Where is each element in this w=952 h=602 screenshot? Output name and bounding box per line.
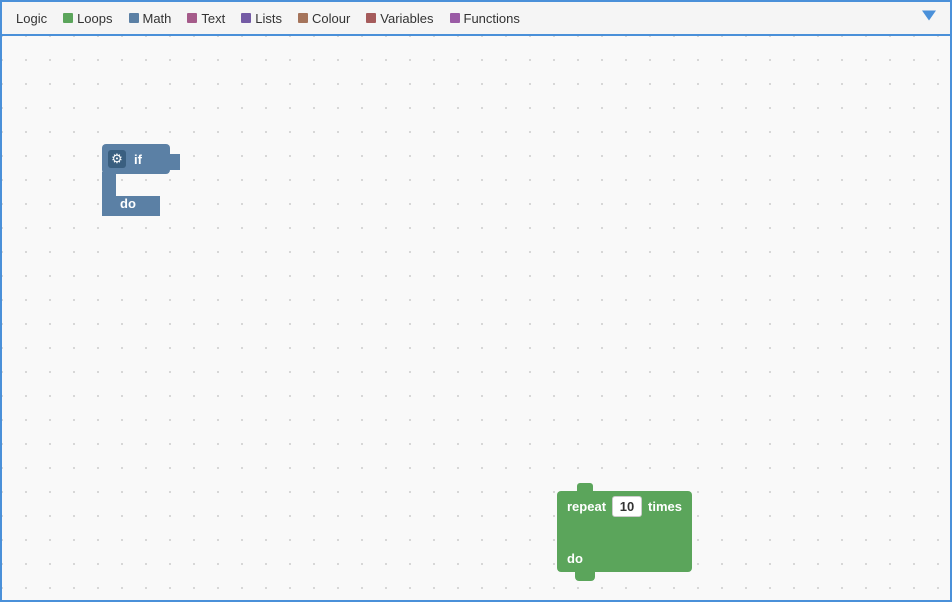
toolbar-item-variables[interactable]: Variables [358,2,441,34]
if-block-svg: ⚙ if do [102,144,180,216]
canvas-area[interactable]: ⚙ if do repeat 10 times do [2,36,950,600]
do-label: do [567,551,583,566]
loops-color-dot [63,13,73,23]
toolbar-item-math[interactable]: Math [121,2,180,34]
repeat-label: repeat [567,499,606,514]
colour-color-dot [298,13,308,23]
if-block[interactable]: ⚙ if do [102,144,180,219]
times-label: times [648,499,682,514]
toolbar-label-lists: Lists [255,11,282,26]
toolbar-label-functions: Functions [464,11,520,26]
variables-color-dot [366,13,376,23]
lists-color-dot [241,13,251,23]
svg-text:if: if [134,152,143,167]
toolbar-label-colour: Colour [312,11,350,26]
repeat-block-container: repeat 10 times do [557,491,692,572]
repeat-block[interactable]: repeat 10 times do [557,491,692,572]
repeat-top-row: repeat 10 times [557,491,692,522]
toolbar-label-logic: Logic [16,11,47,26]
arrow-down-icon [920,7,938,25]
text-color-dot [187,13,197,23]
repeat-bottom-row: do [557,544,692,572]
toolbar-item-functions[interactable]: Functions [442,2,528,34]
toolbar-item-lists[interactable]: Lists [233,2,290,34]
toolbar-item-logic[interactable]: Logic [8,2,55,34]
math-color-dot [129,13,139,23]
toolbar-item-loops[interactable]: Loops [55,2,120,34]
toolbar-arrow[interactable] [920,7,938,30]
svg-text:⚙: ⚙ [111,151,123,166]
toolbar-label-variables: Variables [380,11,433,26]
svg-text:do: do [120,196,136,211]
main-container: Logic Loops Math Text Lists Colour Varia… [0,0,952,602]
toolbar: Logic Loops Math Text Lists Colour Varia… [2,2,950,36]
toolbar-label-math: Math [143,11,172,26]
toolbar-label-loops: Loops [77,11,112,26]
toolbar-label-text: Text [201,11,225,26]
toolbar-item-text[interactable]: Text [179,2,233,34]
repeat-count-input[interactable]: 10 [612,496,642,517]
functions-color-dot [450,13,460,23]
toolbar-item-colour[interactable]: Colour [290,2,358,34]
